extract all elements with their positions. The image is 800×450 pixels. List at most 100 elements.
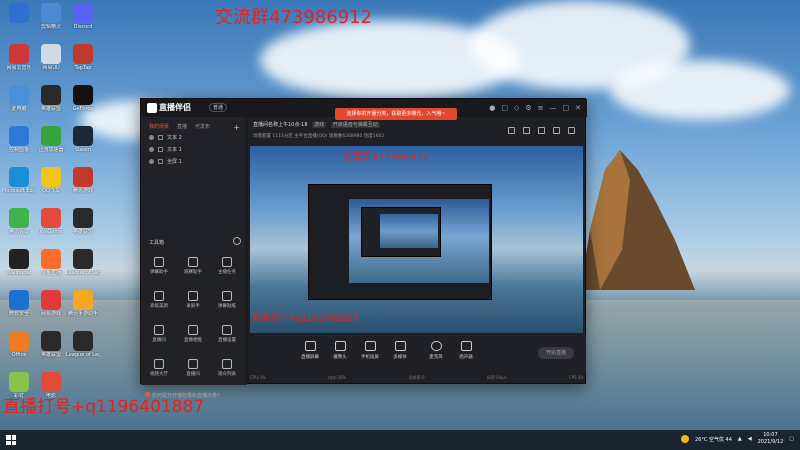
screen-capture-button[interactable]: 直播屏幕	[295, 341, 325, 360]
app-icon	[9, 290, 29, 310]
menu-icon[interactable]: ≡	[538, 104, 544, 112]
weather-icon[interactable]	[681, 435, 689, 443]
lock-icon[interactable]	[158, 134, 163, 140]
add-scene-icon[interactable]: +	[233, 123, 240, 132]
scene-item[interactable]: 文本 2	[141, 131, 246, 143]
account-badge[interactable]: 普通	[209, 103, 228, 112]
bell-icon[interactable]	[553, 127, 560, 134]
desktop-icon[interactable]: Office	[2, 331, 36, 358]
desktop-icon[interactable]: Steam	[66, 126, 100, 153]
toolbox-item[interactable]: 直播间	[179, 359, 207, 377]
toolbox-item[interactable]: 直播间	[145, 325, 173, 343]
desktop-icon[interactable]: Wallpaper	[2, 249, 36, 276]
lock-icon[interactable]	[158, 158, 163, 164]
tab-live[interactable]: 直播	[177, 123, 187, 131]
close-icon[interactable]: ✕	[575, 104, 581, 112]
scene-item[interactable]: 全屏 1	[141, 155, 246, 167]
desktop-icon[interactable]: 腾讯游戏	[66, 167, 100, 194]
desktop-icon[interactable]: 剪辑精灵	[34, 3, 68, 30]
desktop-icon[interactable]: 英雄联盟	[66, 208, 100, 235]
desktop-icon[interactable]: 网易UU	[34, 44, 68, 71]
app-icon	[73, 44, 93, 64]
desktop-icon[interactable]: 此电脑	[2, 85, 36, 112]
clock[interactable]: 10:07 2021/9/12	[758, 432, 784, 446]
minimize-icon[interactable]: —	[550, 104, 557, 112]
tool-label: 录屏手	[186, 304, 200, 309]
tool-label: 观众列表	[218, 372, 236, 377]
toolbox-item[interactable]: 观众列表	[213, 359, 241, 377]
live-preview-canvas[interactable]: 交流群473986912 直播打号+q1196401887	[250, 146, 583, 333]
status-bitrate: 码率:0kb/s	[486, 375, 508, 380]
desktop-icon[interactable]: 英雄联盟	[34, 85, 68, 112]
eye-icon[interactable]	[149, 146, 154, 152]
desktop-icon[interactable]: 控制面板	[2, 126, 36, 153]
desktop-icon[interactable]	[2, 3, 36, 24]
live-streaming-app-window[interactable]: 直播伴侣 普通 ● □ ◇ ⚙ ≡ — □ ✕ 选择你的开播分类，获取更多曝光，…	[140, 98, 587, 399]
windows-start-icon[interactable]	[6, 435, 16, 445]
desktop-icon[interactable]: League of Legends	[66, 249, 100, 276]
toolbox-item[interactable]: 高级美颜	[145, 291, 173, 309]
tool-icon	[188, 359, 198, 369]
scene-item[interactable]: 文本 1	[141, 143, 246, 155]
weather-text[interactable]: 26°C 空气优 44	[695, 436, 732, 443]
app-icon	[9, 331, 29, 351]
toolbox-item[interactable]: 观赛助手	[179, 257, 207, 275]
desktop-icon[interactable]: 网易游戏	[34, 290, 68, 317]
toolbox-item[interactable]: 录屏手	[179, 291, 207, 309]
app-icon	[41, 44, 61, 64]
desktop-icon[interactable]: 斗鱼直播	[34, 249, 68, 276]
toolbox-item[interactable]: 弹幕助手	[145, 257, 173, 275]
volume-icon[interactable]: ◀	[748, 436, 752, 442]
notification-icon[interactable]: ▢	[789, 436, 794, 442]
skin-icon[interactable]: ◇	[514, 104, 519, 112]
live-category-tag[interactable]: 游戏	[312, 122, 327, 128]
desktop-icon[interactable]: 英雄联盟	[34, 331, 68, 358]
toolbox-item[interactable]: 视频大厅	[145, 359, 173, 377]
phone-cast-button[interactable]: 手机投屏	[355, 341, 385, 360]
lock-icon[interactable]	[523, 127, 530, 134]
app-icon	[41, 3, 61, 23]
app-icon	[73, 3, 93, 23]
tab-publish[interactable]: 可发布	[195, 123, 210, 131]
desktop-icon[interactable]: 网易云音乐	[2, 44, 36, 71]
desktop-icon[interactable]: 腾讯手游助手	[66, 290, 100, 317]
layout-icon[interactable]	[508, 127, 515, 134]
toolbox-item[interactable]: 主播任务	[213, 257, 241, 275]
speaker-button[interactable]: 扬声器	[451, 341, 481, 360]
eye-icon[interactable]	[149, 158, 154, 164]
source-toolbar: 直播屏幕 摄像头 手机投屏 多媒体 麦克风 扬声器 开始直播	[247, 335, 586, 373]
desktop-icon[interactable]: Discord	[66, 3, 100, 30]
toolbox-item[interactable]: 直播相框	[179, 325, 207, 343]
desktop-icon[interactable]: Microsoft Edge	[2, 167, 36, 194]
promo-banner[interactable]: 选择你的开播分类，获取更多曝光，入气哦~	[335, 108, 457, 120]
desktop-icon[interactable]: GeForce	[66, 85, 100, 112]
desktop-icon[interactable]: League of Legends	[66, 331, 100, 358]
eye-icon[interactable]	[149, 134, 154, 140]
desktop-icon[interactable]: WeGame	[34, 208, 68, 235]
microphone-button[interactable]: 麦克风	[421, 341, 451, 360]
lock-icon[interactable]	[158, 146, 163, 152]
window-controls: ● □ ◇ ⚙ ≡ — □ ✕	[489, 104, 581, 112]
avatar-icon[interactable]: ●	[489, 104, 495, 112]
desktop-icon[interactable]: 腾讯会议	[2, 208, 36, 235]
tab-scenes[interactable]: 我的场景	[149, 123, 169, 131]
start-live-button[interactable]: 开始直播	[538, 347, 574, 359]
message-icon[interactable]: □	[501, 104, 508, 112]
desktop-icon[interactable]: 微软安全	[2, 290, 36, 317]
network-icon[interactable]: ▲	[738, 436, 742, 442]
toolbox-item[interactable]: 弹幕贴纸	[213, 291, 241, 309]
live-title[interactable]: 直播间名称上午10点-18	[253, 122, 308, 128]
share-icon[interactable]	[568, 127, 575, 134]
media-button[interactable]: 多媒体	[385, 341, 415, 360]
desktop-icon[interactable]: QQ飞车	[34, 167, 68, 194]
live-hint-tag[interactable]: 开启语音与弹幕互动	[330, 122, 380, 128]
fullscreen-icon[interactable]	[538, 127, 545, 134]
settings-icon[interactable]: ⚙	[525, 104, 531, 112]
desktop-icon[interactable]: TapTap	[66, 44, 100, 71]
tool-icon	[154, 257, 164, 267]
toolbox-item[interactable]: 直播设置	[213, 325, 241, 343]
camera-button[interactable]: 摄像头	[325, 341, 355, 360]
desktop-icon[interactable]: 迅游加速器	[34, 126, 68, 153]
maximize-icon[interactable]: □	[563, 104, 570, 112]
toolbox-settings-icon[interactable]	[233, 237, 241, 245]
